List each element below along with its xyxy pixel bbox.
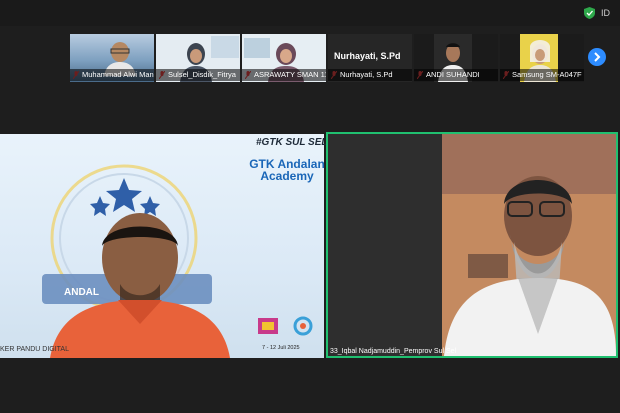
participant-name: 33_Iqbal Nadjamuddin_Pemprov Sul Sel	[330, 348, 457, 355]
view-indicator-label[interactable]: ID	[601, 8, 610, 18]
participant-tile[interactable]: Samsung SM-A047F	[500, 34, 584, 82]
participant-tile[interactable]: Sulsel_Disdik_Fitrya	[156, 34, 240, 82]
slide-banner-text: ANDAL	[64, 287, 99, 298]
speaker-video-right[interactable]	[326, 132, 618, 358]
participant-name: Sulsel_Disdik_Fitrya	[156, 69, 240, 81]
participant-name: KER PANDU DIGITAL	[0, 346, 69, 353]
chevron-right-icon	[594, 52, 601, 62]
participant-tile[interactable]: Nurhayati, S.Pd Nurhayati, S.Pd	[328, 34, 412, 82]
participant-name: ASRAWATY SMAN 11 ...	[242, 69, 326, 81]
participant-tile[interactable]: Muhammad Alwi Man...	[70, 34, 154, 82]
video-feed	[328, 134, 616, 356]
participant-name: Nurhayati, S.Pd	[328, 69, 412, 81]
participant-tile[interactable]: ANDI SUHANDI	[414, 34, 498, 82]
slide-date: 7 - 12 Juli 2025	[262, 345, 300, 351]
participant-tile[interactable]: ASRAWATY SMAN 11 ...	[242, 34, 326, 82]
participant-name: Samsung SM-A047F	[500, 69, 584, 81]
next-page-button[interactable]	[588, 48, 606, 66]
slide-title: GTK Andalan Academy	[249, 157, 325, 183]
meeting-top-bar: ID	[0, 0, 620, 26]
participant-name: Muhammad Alwi Man...	[70, 69, 154, 81]
participant-name: ANDI SUHANDI	[414, 69, 498, 81]
participant-strip: Muhammad Alwi Man... Sulsel_Disdik_Fitry…	[70, 34, 584, 82]
participant-display-name: Nurhayati, S.Pd	[334, 51, 401, 61]
shield-check-icon[interactable]	[584, 7, 595, 19]
